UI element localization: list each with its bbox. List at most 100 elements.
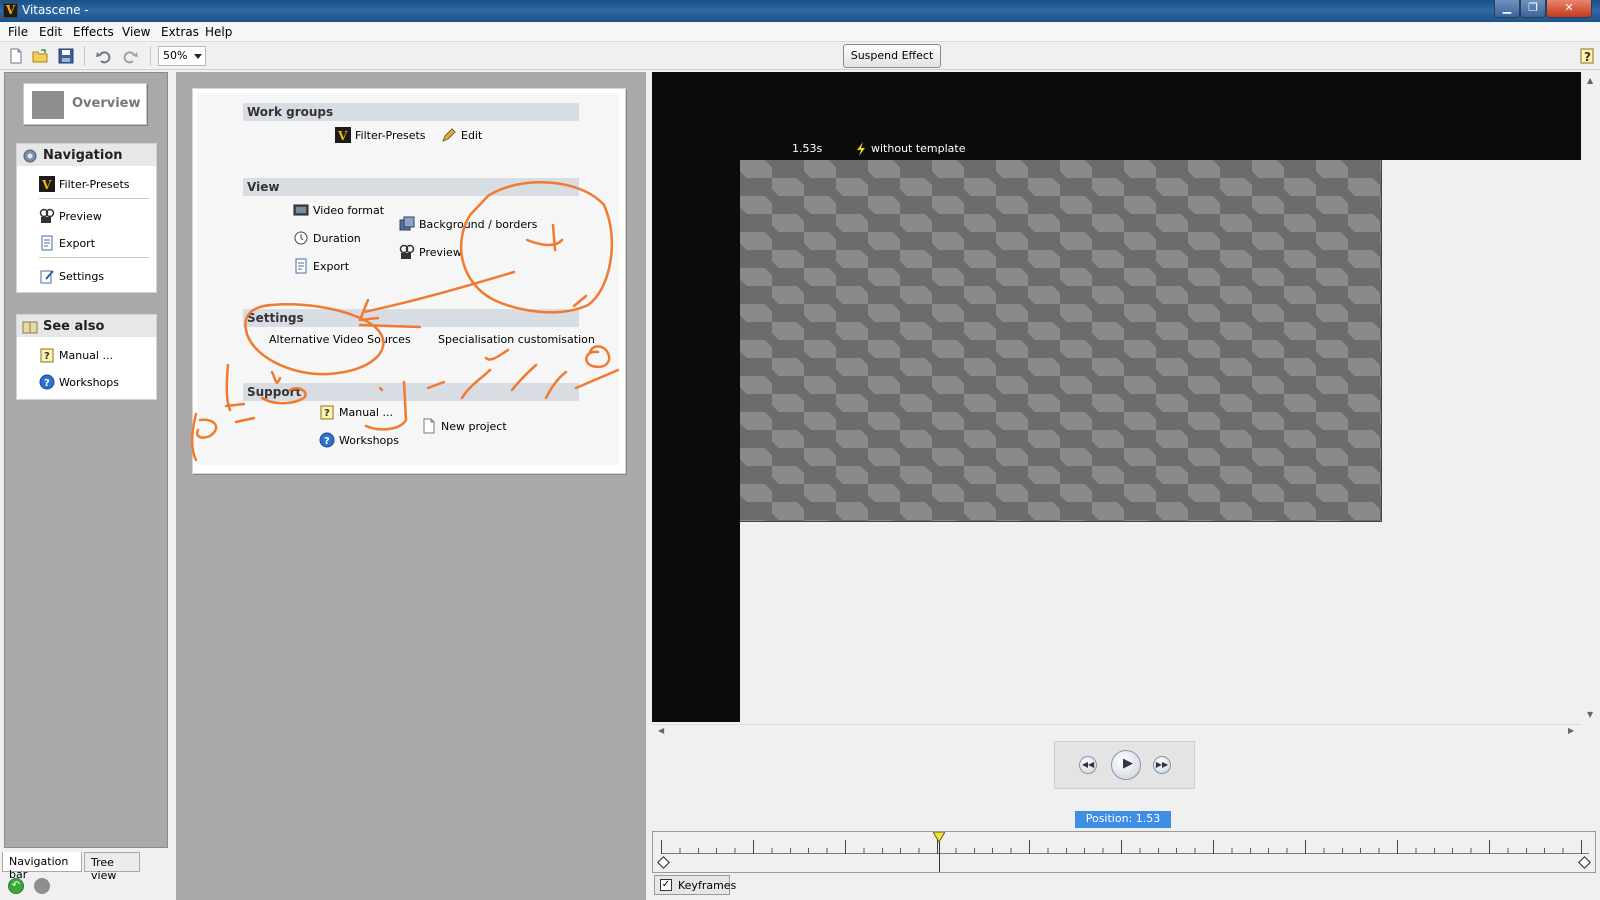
svg-text:?: ? [324,408,330,419]
film-camera-icon [399,244,415,259]
redo-icon[interactable] [122,48,138,64]
video-format-icon [293,204,309,216]
clock-icon [294,231,308,245]
keyframe-end-icon[interactable] [1578,856,1591,869]
template-label[interactable]: without template [871,142,966,155]
sidebar-divider [39,198,149,199]
zoom-value: 50% [163,49,188,62]
svg-text:?: ? [324,436,330,447]
filter-presets-icon: V [335,127,351,143]
scroll-down-icon[interactable]: ▼ [1587,710,1593,719]
scroll-left-icon[interactable]: ◀ [658,726,664,735]
next-frame-button[interactable]: ▶▶ [1153,756,1171,774]
back-arrow-icon[interactable]: ↶ [8,878,24,894]
workshops-help-icon: ? [319,432,335,448]
link-label: Alternative Video Sources [269,333,411,346]
toolbar-separator [84,46,85,66]
section-view: View [243,178,579,196]
manual-icon: ? [40,348,54,363]
new-file-icon[interactable] [8,48,24,64]
vertical-scrollbar[interactable]: ▲ ▼ [1581,72,1600,724]
link-label: Video format [313,204,385,217]
navigation-panel: Navigation V Filter-Presets Preview Expo… [16,143,157,293]
keyframe-start-icon[interactable] [657,856,670,869]
toolbar-separator [150,46,151,66]
link-label: Workshops [339,434,400,447]
menu-bar: File Edit Effects View Extras Help [0,22,1600,42]
menu-effects[interactable]: Effects [73,25,114,39]
export-icon [295,258,307,274]
save-icon[interactable] [58,48,74,64]
svg-text:?: ? [44,351,50,362]
menu-edit[interactable]: Edit [39,25,62,39]
toolbar: 50% Suspend Effect ? [0,42,1600,70]
playhead-line [939,842,941,872]
sidebar-item-label: Workshops [59,376,120,389]
section-settings: Settings [243,309,579,327]
navigation-sidebar: Overview Navigation V Filter-Presets Pre… [4,72,168,848]
video-canvas[interactable] [740,160,1382,522]
workshops-help-icon: ? [39,374,55,390]
tab-navigation-bar[interactable]: Navigation bar [2,852,82,881]
navigation-title: Navigation [43,148,123,163]
menu-file[interactable]: File [8,25,28,39]
sidebar-tabs: Navigation bar Tree view [0,852,170,882]
forward-icon: ▶▶ [1155,760,1169,769]
playback-controls: ◀◀ ▶ ▶▶ [1054,741,1195,789]
undo-icon[interactable] [96,48,112,64]
close-button[interactable]: ✕ [1546,0,1592,18]
overview-content: Work groups V Filter-Presets Edit View V… [197,93,619,465]
menu-view[interactable]: View [122,25,150,39]
background-borders-icon [399,216,415,231]
see-also-panel: See also ? Manual ... ? Workshops [16,314,157,400]
preview-viewport: 1.53s without template ▲ ▼ ◀ ▶ [652,72,1600,738]
book-icon [22,321,38,334]
link-label: Export [313,260,350,273]
svg-text:V: V [337,129,348,143]
open-folder-icon[interactable] [32,48,48,64]
section-support: Support [243,383,579,401]
manual-icon: ? [320,405,334,420]
sidebar-item-label: Export [59,237,96,250]
chevron-down-icon [194,54,202,59]
timeline[interactable] [652,831,1596,873]
play-button[interactable]: ▶ [1111,750,1141,780]
sidebar-item-label: Settings [59,270,105,283]
play-icon: ▶ [1123,756,1133,771]
forward-icon[interactable] [34,878,50,894]
edit-pencil-icon [442,128,456,142]
keyframes-label: Keyframes [678,879,737,892]
link-label: Manual ... [339,406,393,419]
scroll-right-icon[interactable]: ▶ [1568,726,1574,735]
timeline-major-ticks [661,840,1589,854]
checkbox-icon: ✓ [660,879,672,891]
help-icon[interactable]: ? [1578,47,1596,65]
overview-panel: Work groups V Filter-Presets Edit View V… [176,72,646,900]
scroll-up-icon[interactable]: ▲ [1587,76,1593,85]
sidebar-item-label: Manual ... [59,349,113,362]
lightning-icon [857,142,865,156]
zoom-select[interactable]: 50% [158,46,206,66]
film-camera-icon [39,208,55,223]
link-label: Preview [419,246,462,259]
minimize-button[interactable]: ▁ [1494,0,1520,18]
tab-tree-view[interactable]: Tree view [84,852,140,882]
title-bar: V Vitascene - ▁ ❐ ✕ [0,0,1600,22]
settings-icon [40,270,54,284]
suspend-effect-button[interactable]: Suspend Effect [843,44,941,68]
keyframes-checkbox[interactable]: ✓ Keyframes [654,875,736,895]
previous-frame-button[interactable]: ◀◀ [1079,756,1097,774]
frame-time: 1.53s [792,142,823,155]
horizontal-scrollbar[interactable]: ◀ ▶ [652,724,1581,738]
overview-button[interactable]: Overview [23,83,147,125]
navigation-header: Navigation [17,144,156,166]
menu-extras[interactable]: Extras [161,25,199,39]
sidebar-status-bar: ↶ [0,874,170,900]
link-label: Specialisation customisation [438,333,595,346]
maximize-button[interactable]: ❐ [1520,0,1546,18]
overview-card: Work groups V Filter-Presets Edit View V… [192,88,626,474]
sidebar-divider [39,257,149,258]
svg-text:?: ? [1584,50,1591,64]
link-label: New project [441,420,507,433]
menu-help[interactable]: Help [205,25,232,39]
